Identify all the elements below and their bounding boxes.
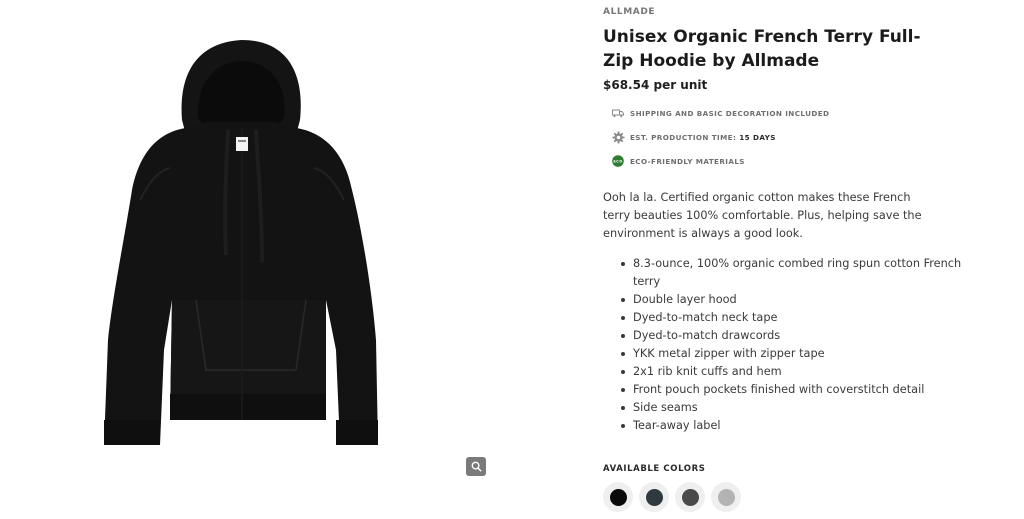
feature-bullets: 8.3-ounce, 100% organic combed ring spun… [603,255,963,435]
list-item: Side seams [621,399,963,417]
product-description: Ooh la la. Certified organic cotton make… [603,191,922,240]
color-swatches [603,482,741,512]
feature-label: ECO-FRIENDLY MATERIALS [630,156,745,166]
feature-eco: ECO ECO-FRIENDLY MATERIALS [611,153,745,169]
list-item: 2x1 rib knit cuffs and hem [621,363,963,381]
available-colors-heading: AVAILABLE COLORS [603,464,706,474]
feature-label: EST. PRODUCTION TIME: [630,132,737,142]
list-item: Double layer hood [621,291,963,309]
feature-label: SHIPPING AND BASIC DECORATION INCLUDED [630,108,830,118]
swatch-fill [645,488,663,506]
gear-icon [611,130,625,144]
color-swatch-charcoal[interactable] [675,482,705,512]
list-item: YKK metal zipper with zipper tape [621,345,963,363]
list-item: Front pouch pockets finished with covers… [621,381,963,399]
swatch-fill [681,488,699,506]
svg-text:ECO: ECO [613,160,622,164]
product-page: ALLMADE Unisex Organic French Terry Full… [0,0,1024,519]
list-item: Dyed-to-match neck tape [621,309,963,327]
zoom-icon [471,461,481,472]
product-image-area [0,0,580,519]
color-swatch-dark-slate[interactable] [639,482,669,512]
feature-shipping: SHIPPING AND BASIC DECORATION INCLUDED [611,105,829,121]
color-swatch-black[interactable] [603,482,633,512]
zoom-button[interactable] [466,457,486,476]
production-time-value: 15 DAYS [739,132,776,142]
list-item: Tear-away label [621,417,963,435]
truck-icon [611,106,625,120]
product-title: Unisex Organic French Terry Full-Zip Hoo… [603,27,921,71]
swatch-fill [609,488,627,506]
list-item: Dyed-to-match drawcords [621,327,963,345]
hoodie-image [104,40,378,445]
brand-name: ALLMADE [603,7,656,17]
list-item: 8.3-ounce, 100% organic combed ring spun… [621,255,963,291]
feature-production-time: EST. PRODUCTION TIME: 15 DAYS [611,129,776,145]
eco-badge-icon: ECO [611,154,625,168]
product-price: $68.54 per unit [603,78,708,92]
color-swatch-gray[interactable] [711,482,741,512]
swatch-fill [717,488,735,506]
